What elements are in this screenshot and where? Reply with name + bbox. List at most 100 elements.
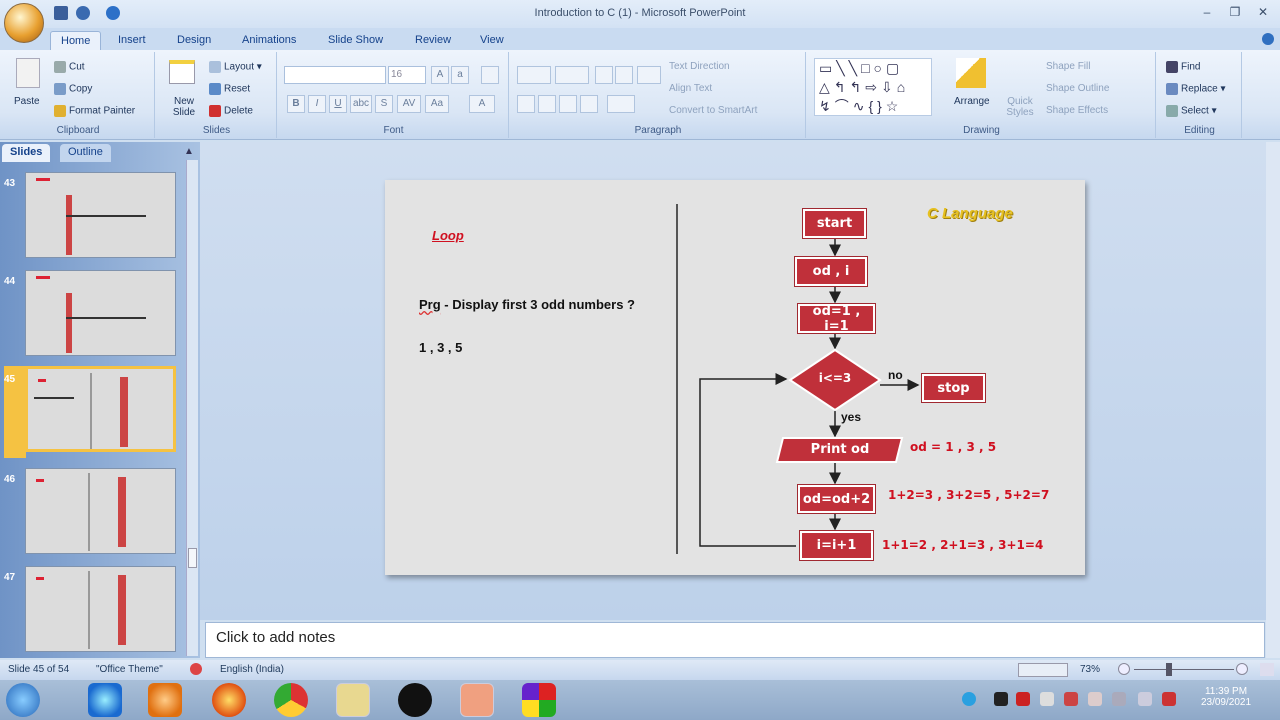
zoom-out-button[interactable]	[1118, 663, 1130, 675]
language[interactable]: English (India)	[220, 664, 284, 675]
thumbnail-scrollbar[interactable]	[186, 160, 198, 656]
replace-button[interactable]: Replace ▾	[1166, 83, 1226, 95]
reset-button[interactable]: Reset	[209, 83, 250, 95]
decrease-indent-button[interactable]	[595, 66, 613, 84]
text-direction-button[interactable]: Text Direction	[669, 61, 730, 72]
tray-icon[interactable]	[994, 692, 1008, 706]
network-icon[interactable]	[1112, 692, 1126, 706]
format-painter-label: Format Painter	[69, 105, 136, 117]
volume-icon[interactable]	[1138, 692, 1152, 706]
numbering-button[interactable]	[555, 66, 589, 84]
cut-button[interactable]: Cut	[54, 61, 85, 73]
tray-icon[interactable]	[1088, 692, 1102, 706]
tab-review[interactable]: Review	[405, 31, 461, 50]
format-painter-button[interactable]: Format Painter	[54, 105, 135, 117]
italic-button[interactable]: I	[308, 95, 326, 113]
tab-home[interactable]: Home	[50, 31, 102, 50]
select-button[interactable]: Select ▾	[1166, 105, 1217, 117]
zoom-slider[interactable]	[1134, 669, 1234, 670]
underline-button[interactable]: U	[329, 95, 347, 113]
slide-thumbnail-46[interactable]	[25, 468, 176, 554]
office-button[interactable]	[4, 3, 44, 43]
media-player-icon[interactable]	[148, 683, 182, 717]
smartart-button[interactable]: Convert to SmartArt	[669, 105, 757, 116]
fit-to-window-button[interactable]	[1260, 663, 1274, 676]
view-buttons[interactable]	[1018, 663, 1068, 677]
line-spacing-button[interactable]	[637, 66, 661, 84]
firefox-icon[interactable]	[212, 683, 246, 717]
restore-button[interactable]: ❐	[1224, 5, 1246, 21]
start-button[interactable]	[6, 683, 40, 717]
zoom-level[interactable]: 73%	[1080, 664, 1100, 675]
notes-pane[interactable]: Click to add notes	[205, 622, 1265, 658]
tray-icon[interactable]	[962, 692, 976, 706]
redo-icon[interactable]	[106, 6, 120, 20]
arrange-button[interactable]: Arrange	[954, 96, 990, 107]
tray-icon[interactable]	[1064, 692, 1078, 706]
font-color-button[interactable]: A	[469, 95, 495, 113]
help-icon[interactable]	[1262, 33, 1274, 45]
new-slide-button[interactable]: New Slide	[167, 96, 201, 118]
internet-explorer-icon[interactable]	[88, 683, 122, 717]
strikethrough-button[interactable]: abc	[350, 95, 372, 113]
close-button[interactable]: ✕	[1252, 5, 1274, 21]
tray-icon[interactable]	[1040, 692, 1054, 706]
columns-button[interactable]	[607, 95, 635, 113]
increase-indent-button[interactable]	[615, 66, 633, 84]
tab-view[interactable]: View	[470, 31, 514, 50]
scroll-thumb[interactable]	[188, 548, 197, 568]
shape-fill-button[interactable]: Shape Fill	[1046, 61, 1090, 72]
tray-icon[interactable]	[1016, 692, 1030, 706]
powerpoint-icon[interactable]	[460, 683, 494, 717]
tab-insert[interactable]: Insert	[108, 31, 156, 50]
justify-button[interactable]	[580, 95, 598, 113]
tab-slide-show[interactable]: Slide Show	[318, 31, 393, 50]
tab-design[interactable]: Design	[167, 31, 221, 50]
align-right-button[interactable]	[559, 95, 577, 113]
quick-styles-button[interactable]: Quick Styles	[1004, 96, 1036, 118]
slide-thumbnail-44[interactable]	[25, 270, 176, 356]
slide-thumbnail-45[interactable]	[25, 366, 176, 452]
tab-outline[interactable]: Outline	[60, 144, 111, 162]
close-pane-icon[interactable]: ▲	[184, 146, 194, 157]
save-icon[interactable]	[54, 6, 68, 20]
grow-font-button[interactable]: A	[431, 66, 449, 84]
font-name-select[interactable]	[284, 66, 386, 84]
slide-thumbnail-47[interactable]	[25, 566, 176, 652]
bold-button[interactable]: B	[287, 95, 305, 113]
slide-canvas[interactable]: Loop Prg - Display first 3 odd numbers ?…	[385, 180, 1085, 575]
slide-thumbnail-43[interactable]	[25, 172, 176, 258]
char-spacing-button[interactable]: AV	[397, 95, 421, 113]
spellcheck-icon[interactable]	[190, 663, 202, 675]
layout-button[interactable]: Layout ▾	[209, 61, 262, 73]
align-center-button[interactable]	[538, 95, 556, 113]
shadow-button[interactable]: S	[375, 95, 393, 113]
zoom-slider-thumb[interactable]	[1166, 663, 1172, 676]
tray-icon[interactable]	[1162, 692, 1176, 706]
shapes-gallery[interactable]: ▭╲╲□○▢ △↰↰⇨⇩⌂ ↯⌒∿{}☆	[814, 58, 932, 116]
editor-scrollbar[interactable]	[1266, 142, 1280, 658]
change-case-button[interactable]: Aa	[425, 95, 449, 113]
undo-icon[interactable]	[76, 6, 90, 20]
bullets-button[interactable]	[517, 66, 551, 84]
font-size-select[interactable]: 16	[388, 66, 426, 84]
shape-outline-button[interactable]: Shape Outline	[1046, 83, 1109, 94]
paste-button[interactable]: Paste	[14, 96, 40, 107]
tab-animations[interactable]: Animations	[232, 31, 306, 50]
file-explorer-icon[interactable]	[336, 683, 370, 717]
app-icon[interactable]	[398, 683, 432, 717]
find-button[interactable]: Find	[1166, 61, 1200, 73]
copy-button[interactable]: Copy	[54, 83, 92, 95]
align-text-button[interactable]: Align Text	[669, 83, 712, 94]
clock[interactable]: 11:39 PM 23/09/2021	[1196, 686, 1256, 708]
delete-button[interactable]: Delete	[209, 105, 253, 117]
shrink-font-button[interactable]: a	[451, 66, 469, 84]
shape-effects-button[interactable]: Shape Effects	[1046, 105, 1108, 116]
tab-slides[interactable]: Slides	[2, 144, 51, 162]
minimize-button[interactable]: –	[1196, 5, 1218, 21]
align-left-button[interactable]	[517, 95, 535, 113]
zoom-in-button[interactable]	[1236, 663, 1248, 675]
chrome-icon[interactable]	[274, 683, 308, 717]
clear-format-button[interactable]	[481, 66, 499, 84]
paint-app-icon[interactable]	[522, 683, 556, 717]
